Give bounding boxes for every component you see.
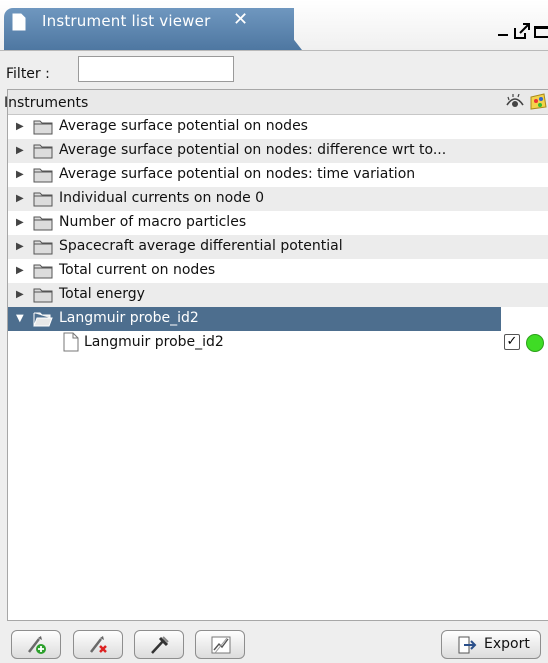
remove-instrument-button[interactable] [73, 630, 123, 659]
filter-input[interactable] [78, 56, 234, 82]
filter-label: Filter : [6, 66, 50, 82]
export-icon [458, 636, 477, 654]
tree-header: Instruments [4, 90, 548, 115]
expand-arrow-icon[interactable]: ▶ [16, 289, 24, 300]
tree-folder-row[interactable]: ▶ Individual currents on node 0 [8, 187, 548, 211]
expand-arrow-icon[interactable]: ▶ [16, 121, 24, 132]
folder-icon [33, 166, 53, 187]
edit-instrument-button[interactable] [134, 630, 184, 659]
file-icon [63, 332, 79, 356]
export-label: Export [484, 636, 530, 652]
tree-folder-row[interactable]: ▶ Average surface potential on nodes: di… [8, 139, 548, 163]
tree-folder-row[interactable]: ▶ Total current on nodes [8, 259, 548, 283]
close-icon[interactable]: ✕ [233, 11, 248, 29]
tree-folder-row[interactable]: ▶ Average surface potential on nodes: ti… [8, 163, 548, 187]
edit-instrument-icon [151, 636, 169, 654]
folder-icon [33, 238, 53, 259]
tree-folder-label: Langmuir probe_id2 [59, 310, 199, 326]
tree-folder-label: Average surface potential on nodes [59, 118, 308, 134]
tab-title: Instrument list viewer [42, 12, 211, 30]
add-instrument-icon [28, 636, 46, 654]
document-icon [12, 13, 26, 35]
expand-arrow-icon[interactable]: ▶ [16, 241, 24, 252]
plot-instrument-icon [211, 636, 231, 654]
expand-arrow-icon[interactable]: ▶ [16, 169, 24, 180]
color-palette-icon[interactable] [528, 93, 548, 115]
folder-icon [33, 286, 53, 307]
maximize-icon[interactable] [534, 26, 548, 38]
folder-icon [33, 142, 53, 163]
visibility-eye-icon[interactable] [505, 93, 525, 114]
collapse-arrow-icon[interactable]: ▼ [16, 313, 24, 324]
tree-folder-row[interactable]: ▶ Average surface potential on nodes [8, 115, 548, 139]
instrument-tree: Instruments ▶ Average surface potential … [4, 89, 548, 621]
tree-folder-label: Spacecraft average differential potentia… [59, 238, 343, 254]
tree-folder-label: Total energy [59, 286, 145, 302]
tree-folder-label: Average surface potential on nodes: diff… [59, 142, 447, 158]
tree-folder-label: Individual currents on node 0 [59, 190, 265, 206]
tree-instrument-label: Langmuir probe_id2 [84, 334, 224, 350]
expand-arrow-icon[interactable]: ▶ [16, 145, 24, 156]
export-button[interactable]: Export [441, 630, 541, 659]
tree-folder-row-selected[interactable]: ▼ Langmuir probe_id2 [8, 307, 501, 331]
tree-folder-row[interactable]: ▶ Number of macro particles [8, 211, 548, 235]
expand-arrow-icon[interactable]: ▶ [16, 193, 24, 204]
expand-arrow-icon[interactable]: ▶ [16, 265, 24, 276]
tree-folder-label: Total current on nodes [59, 262, 216, 278]
title-bar: Instrument list viewer ✕ [0, 0, 548, 51]
bottom-toolbar: Export [0, 621, 548, 663]
plot-instrument-button[interactable] [195, 630, 245, 659]
detach-icon[interactable] [513, 22, 531, 44]
remove-instrument-icon [90, 636, 107, 653]
folder-icon [33, 190, 53, 211]
folder-icon [33, 262, 53, 283]
open-folder-icon [33, 310, 53, 331]
tree-folder-row[interactable]: ▶ Spacecraft average differential potent… [8, 235, 548, 259]
visible-checkbox[interactable]: ✓ [504, 334, 520, 350]
tree-folder-label: Number of macro particles [59, 214, 247, 230]
tree-folder-label: Average surface potential on nodes: time… [59, 166, 416, 182]
tree-header-label: Instruments [4, 95, 89, 111]
folder-icon [33, 214, 53, 235]
tree-instrument-row[interactable]: Langmuir probe_id2 ✓ [8, 331, 548, 355]
folder-icon [33, 118, 53, 139]
add-instrument-button[interactable] [11, 630, 61, 659]
expand-arrow-icon[interactable]: ▶ [16, 217, 24, 228]
tree-rows: ▶ Average surface potential on nodes ▶ A… [8, 115, 548, 355]
status-dot[interactable] [526, 334, 544, 352]
minimize-icon[interactable] [498, 34, 508, 36]
tree-folder-row[interactable]: ▶ Total energy [8, 283, 548, 307]
